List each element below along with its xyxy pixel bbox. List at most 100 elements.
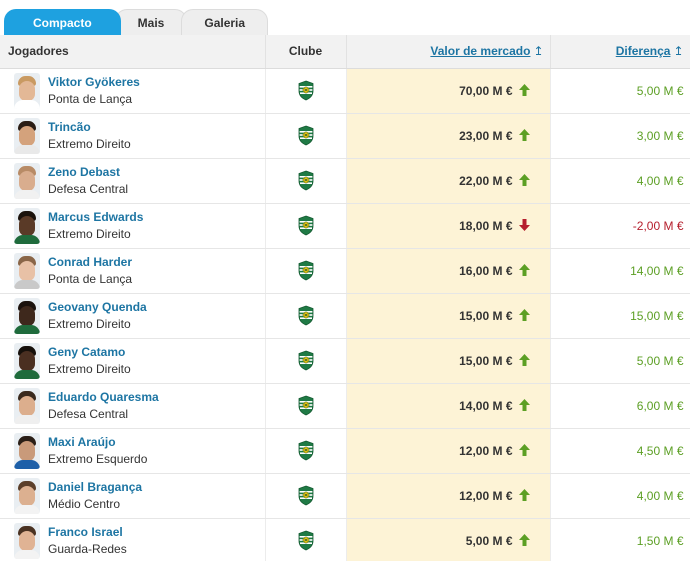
market-value-cell: 16,00 M € — [346, 248, 551, 294]
table-row: Eduardo Quaresma Defesa Central 14,00 M … — [0, 383, 690, 429]
avatar[interactable] — [14, 477, 40, 514]
club-cell[interactable] — [265, 383, 347, 429]
player-name-link[interactable]: Conrad Harder — [48, 254, 132, 270]
market-value: 23,00 M € — [459, 128, 513, 143]
player-name-link[interactable]: Trincão — [48, 119, 131, 135]
market-value: 15,00 M € — [459, 353, 513, 368]
table-row: Viktor Gyökeres Ponta de Lança 70,00 M €… — [0, 68, 690, 114]
difference-cell: 4,50 M € — [550, 428, 690, 474]
player-name-link[interactable]: Marcus Edwards — [48, 209, 143, 225]
table-row: Daniel Bragança Médio Centro 12,00 M € 4… — [0, 473, 690, 519]
tab-galeria[interactable]: Galeria — [181, 9, 269, 35]
difference-value: 15,00 M € — [630, 308, 684, 323]
market-value-cell: 12,00 M € — [346, 428, 551, 474]
player-cell: Maxi Araújo Extremo Esquerdo — [0, 428, 266, 474]
header-club: Clube — [265, 35, 347, 69]
arrow-up-icon — [518, 263, 530, 276]
difference-value: 1,50 M € — [636, 533, 684, 548]
club-cell[interactable] — [265, 338, 347, 384]
market-value-cell: 23,00 M € — [346, 113, 551, 159]
player-cell: Franco Israel Guarda-Redes — [0, 518, 266, 561]
market-value: 5,00 M € — [465, 533, 513, 548]
tab-mais[interactable]: Mais — [114, 9, 188, 35]
avatar[interactable] — [14, 252, 40, 289]
market-value: 22,00 M € — [459, 173, 513, 188]
club-cell[interactable] — [265, 293, 347, 339]
difference-value: 4,00 M € — [636, 173, 684, 188]
player-name-link[interactable]: Zeno Debast — [48, 164, 128, 180]
avatar[interactable] — [14, 387, 40, 424]
market-value-cell: 18,00 M € — [346, 203, 551, 249]
sporting-crest-icon — [298, 305, 313, 326]
club-cell[interactable] — [265, 518, 347, 561]
difference-cell: 3,00 M € — [550, 113, 690, 159]
header-difference[interactable]: Diferença ↥ — [550, 35, 690, 69]
sporting-crest-icon — [298, 485, 313, 506]
club-cell[interactable] — [265, 203, 347, 249]
player-name-link[interactable]: Geny Catamo — [48, 344, 131, 360]
player-position: Defesa Central — [48, 406, 129, 421]
player-cell: Daniel Bragança Médio Centro — [0, 473, 266, 519]
sort-icon[interactable]: ↥ — [533, 44, 543, 58]
player-cell: Conrad Harder Ponta de Lança — [0, 248, 266, 294]
player-position: Extremo Esquerdo — [48, 451, 148, 466]
sort-icon[interactable]: ↥ — [673, 44, 683, 58]
avatar[interactable] — [14, 297, 40, 334]
sporting-crest-icon — [298, 260, 313, 281]
difference-cell: 6,00 M € — [550, 383, 690, 429]
sort-difference-link[interactable]: Diferença — [616, 44, 671, 58]
avatar[interactable] — [14, 207, 40, 244]
club-cell[interactable] — [265, 113, 347, 159]
sporting-crest-icon — [298, 80, 313, 101]
player-cell: Zeno Debast Defesa Central — [0, 158, 266, 204]
tab-compacto[interactable]: Compacto — [4, 9, 121, 35]
arrow-up-icon — [518, 128, 530, 141]
header-players: Jogadores — [0, 35, 266, 69]
market-value: 18,00 M € — [459, 218, 513, 233]
player-cell: Eduardo Quaresma Defesa Central — [0, 383, 266, 429]
difference-value: 6,00 M € — [636, 398, 684, 413]
club-cell[interactable] — [265, 248, 347, 294]
sort-market-value-link[interactable]: Valor de mercado — [430, 44, 530, 58]
avatar[interactable] — [14, 342, 40, 379]
market-value-cell: 22,00 M € — [346, 158, 551, 204]
player-name-link[interactable]: Daniel Bragança — [48, 479, 142, 495]
difference-value: 14,00 M € — [630, 263, 684, 278]
header-market-value[interactable]: Valor de mercado ↥ — [346, 35, 551, 69]
avatar[interactable] — [14, 162, 40, 199]
market-value-cell: 15,00 M € — [346, 293, 551, 339]
avatar[interactable] — [14, 117, 40, 154]
club-cell[interactable] — [265, 428, 347, 474]
market-value-cell: 14,00 M € — [346, 383, 551, 429]
club-cell[interactable] — [265, 158, 347, 204]
market-value: 12,00 M € — [459, 488, 513, 503]
arrow-up-icon — [518, 443, 530, 456]
player-position: Ponta de Lança — [48, 91, 133, 106]
player-position: Médio Centro — [48, 496, 121, 511]
table-header-row: Jogadores Clube Valor de mercado ↥ Difere… — [0, 35, 690, 69]
market-value-cell: 70,00 M € — [346, 68, 551, 114]
avatar[interactable] — [14, 72, 40, 109]
player-name-link[interactable]: Eduardo Quaresma — [48, 389, 159, 405]
player-cell: Trincão Extremo Direito — [0, 113, 266, 159]
player-name-link[interactable]: Geovany Quenda — [48, 299, 147, 315]
market-value: 15,00 M € — [459, 308, 513, 323]
player-name-link[interactable]: Franco Israel — [48, 524, 127, 540]
market-value: 14,00 M € — [459, 398, 513, 413]
club-cell[interactable] — [265, 68, 347, 114]
player-name-link[interactable]: Maxi Araújo — [48, 434, 147, 450]
difference-value: 5,00 M € — [636, 83, 684, 98]
avatar[interactable] — [14, 522, 40, 559]
table-row: Franco Israel Guarda-Redes 5,00 M € 1,50… — [0, 518, 690, 561]
sporting-crest-icon — [298, 530, 313, 551]
player-cell: Geovany Quenda Extremo Direito — [0, 293, 266, 339]
arrow-up-icon — [518, 173, 530, 186]
player-position: Extremo Direito — [48, 136, 131, 151]
player-position: Defesa Central — [48, 181, 129, 196]
club-cell[interactable] — [265, 473, 347, 519]
avatar[interactable] — [14, 432, 40, 469]
player-name-link[interactable]: Viktor Gyökeres — [48, 74, 140, 90]
sporting-crest-icon — [298, 395, 313, 416]
market-value-cell: 5,00 M € — [346, 518, 551, 561]
arrow-up-icon — [518, 353, 530, 366]
